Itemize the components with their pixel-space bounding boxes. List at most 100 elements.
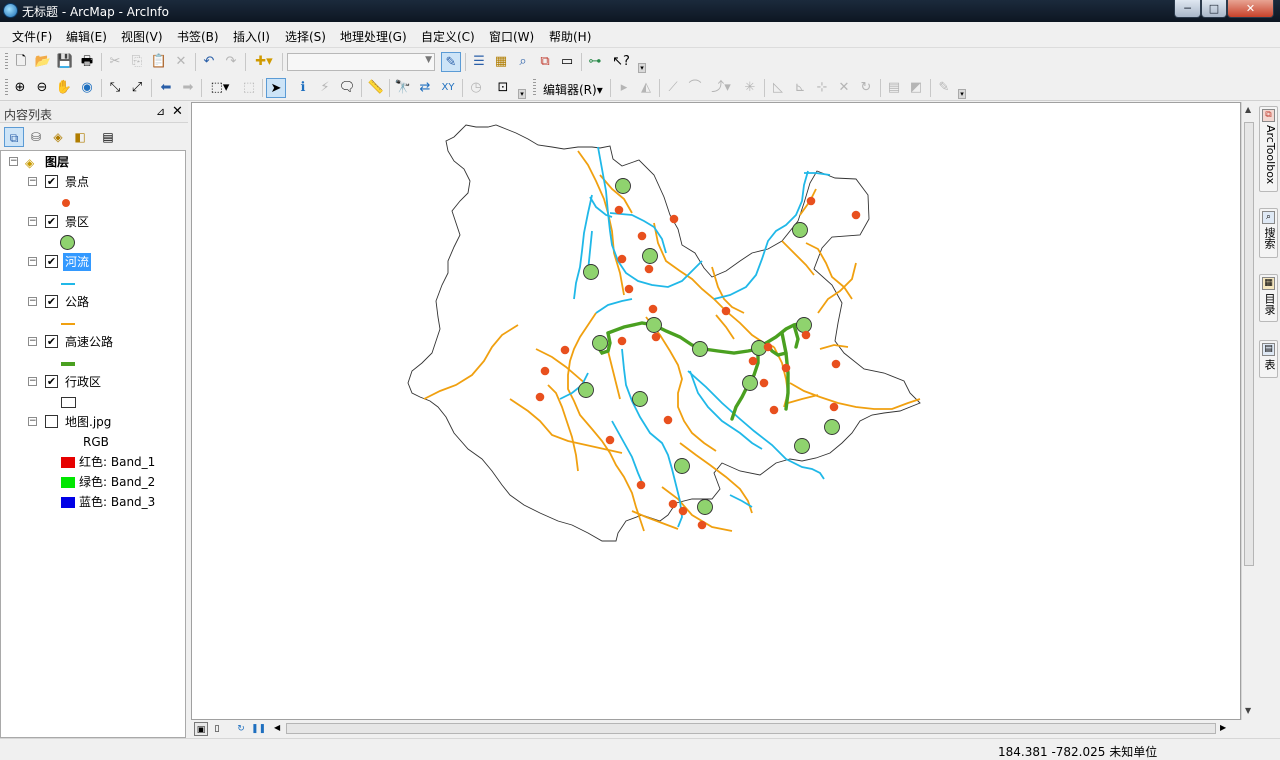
cut-polygons-icon[interactable]: ⊹	[812, 78, 832, 98]
map-drawing[interactable]	[192, 103, 1240, 719]
layer-row-admin-regions[interactable]: − ✔ 行政区	[1, 373, 181, 391]
table-tab[interactable]: ▤ 表	[1259, 340, 1278, 378]
html-popup-icon[interactable]: 🗨	[337, 78, 357, 98]
split-tool-icon[interactable]: ✕	[834, 78, 854, 98]
select-features-icon[interactable]: ⬚▾	[205, 78, 235, 98]
measure-ruler-icon[interactable]: 📏	[366, 78, 386, 98]
layout-view-icon[interactable]: ▯	[210, 722, 224, 736]
fixed-zoom-in-icon[interactable]: ⤡	[105, 78, 125, 98]
collapse-icon[interactable]: −	[9, 157, 18, 166]
arctoolbox-tab[interactable]: ⧉ ArcToolbox	[1259, 106, 1278, 192]
zoom-out-icon[interactable]: ⊖	[32, 78, 52, 98]
menu-geoprocessing[interactable]: 地理处理(G)	[340, 28, 407, 45]
arctoolbox-icon[interactable]: ⧉	[535, 52, 555, 72]
map-scale-combo[interactable]: ▼	[287, 53, 435, 71]
horizontal-scroll-thumb[interactable]	[286, 723, 1216, 734]
refresh-icon[interactable]: ↻	[234, 722, 248, 736]
trace-tool-icon[interactable]: ⤴▾	[707, 78, 735, 98]
collapse-icon[interactable]: −	[28, 177, 37, 186]
collapse-icon[interactable]: −	[28, 417, 37, 426]
add-data-icon[interactable]: ✚▾	[249, 52, 279, 72]
layer-row-rivers[interactable]: − ✔ 河流	[1, 253, 181, 271]
catalog-window-icon[interactable]: ▦	[491, 52, 511, 72]
menu-bookmarks[interactable]: 书签(B)	[177, 28, 219, 45]
list-by-drawing-order-icon[interactable]: ⧉	[4, 127, 24, 147]
map-vertical-scrollbar[interactable]: ▲ ▼	[1241, 102, 1256, 720]
editor-menu-button[interactable]: 编辑器(R)▾	[543, 81, 603, 98]
sketch-properties-icon[interactable]: ◩	[906, 78, 926, 98]
copy-icon[interactable]: ⎘	[127, 52, 147, 72]
scroll-right-icon[interactable]: ▶	[1220, 723, 1226, 732]
toolbar-grip[interactable]	[533, 79, 536, 97]
go-to-xy-icon[interactable]: XY	[438, 78, 458, 98]
maximize-button[interactable]: □	[1201, 0, 1227, 18]
toolbar-grip[interactable]	[5, 79, 8, 97]
end-point-arc-icon[interactable]: ⌒	[685, 78, 705, 98]
fixed-zoom-out-icon[interactable]: ⤢	[127, 78, 147, 98]
list-by-selection-icon[interactable]: ◧	[70, 127, 90, 147]
layer-row-map-image[interactable]: − 地图.jpg	[1, 413, 181, 431]
menu-customize[interactable]: 自定义(C)	[421, 28, 475, 45]
menu-file[interactable]: 文件(F)	[12, 28, 52, 45]
layer-visibility-checkbox[interactable]: ✔	[45, 335, 58, 348]
layer-label[interactable]: 公路	[65, 293, 89, 311]
layer-label[interactable]: 景区	[65, 213, 89, 231]
layer-visibility-checkbox[interactable]: ✔	[45, 255, 58, 268]
select-elements-arrow-icon[interactable]: ➤	[266, 78, 286, 98]
layer-label[interactable]: 河流	[63, 253, 92, 271]
full-extent-globe-icon[interactable]: ◉	[77, 78, 97, 98]
layer-row-scenic-areas[interactable]: − ✔ 景区	[1, 213, 181, 231]
attributes-icon[interactable]: ▤	[884, 78, 904, 98]
data-view-icon[interactable]: ▣	[194, 722, 208, 736]
toolbar-overflow-icon[interactable]: ▾	[638, 63, 646, 73]
collapse-icon[interactable]: −	[28, 297, 37, 306]
save-icon[interactable]: 💾	[55, 52, 75, 72]
point-tool-icon[interactable]: ✳	[740, 78, 760, 98]
toolbar-overflow-icon[interactable]: ▾	[958, 89, 966, 99]
scroll-down-icon[interactable]: ▼	[1245, 706, 1251, 715]
find-binoculars-icon[interactable]: 🔭	[393, 78, 413, 98]
cut-icon[interactable]: ✂	[105, 52, 125, 72]
layer-visibility-checkbox[interactable]: ✔	[45, 375, 58, 388]
pan-hand-icon[interactable]: ✋	[54, 78, 74, 98]
layer-label[interactable]: 高速公路	[65, 333, 113, 351]
toolbar-overflow-icon[interactable]: ▾	[518, 89, 526, 99]
catalog-tab[interactable]: ▦ 目录	[1259, 274, 1278, 322]
menu-help[interactable]: 帮助(H)	[549, 28, 591, 45]
map-horizontal-scrollbar[interactable]: ◀ ▶	[272, 722, 1232, 736]
reshape-feature-icon[interactable]: ⊾	[790, 78, 810, 98]
whats-this-icon[interactable]: ↖?	[611, 52, 631, 72]
layer-visibility-checkbox[interactable]: ✔	[45, 295, 58, 308]
paste-icon[interactable]: 📋	[149, 52, 169, 72]
menu-view[interactable]: 视图(V)	[121, 28, 163, 45]
search-tab[interactable]: ⌕ 搜索	[1259, 208, 1278, 258]
viewer-window-icon[interactable]: ⊡	[493, 78, 513, 98]
scroll-left-icon[interactable]: ◀	[274, 723, 280, 732]
python-window-icon[interactable]: ▭	[557, 52, 577, 72]
layer-label[interactable]: 景点	[65, 173, 89, 191]
delete-icon[interactable]: ✕	[171, 52, 191, 72]
print-icon[interactable]: 🖶	[77, 52, 97, 72]
collapse-icon[interactable]: −	[28, 257, 37, 266]
layer-visibility-checkbox[interactable]: ✔	[45, 175, 58, 188]
editor-toolbar-icon[interactable]: ✎	[441, 52, 461, 72]
layer-row-roads[interactable]: − ✔ 公路	[1, 293, 181, 311]
close-button[interactable]: ✕	[1227, 0, 1274, 18]
create-features-icon[interactable]: ✎	[934, 78, 954, 98]
map-canvas[interactable]	[191, 102, 1241, 720]
toolbar-grip[interactable]	[5, 53, 8, 71]
options-icon[interactable]: ▤	[98, 127, 118, 147]
open-folder-icon[interactable]: 📂	[33, 52, 53, 72]
menu-selection[interactable]: 选择(S)	[285, 28, 326, 45]
redo-icon[interactable]: ↷	[221, 52, 241, 72]
undo-icon[interactable]: ↶	[199, 52, 219, 72]
list-by-visibility-icon[interactable]: ◈	[48, 127, 68, 147]
table-of-contents-icon[interactable]: ☰	[469, 52, 489, 72]
forward-arrow-icon[interactable]: ➡	[178, 78, 198, 98]
collapse-icon[interactable]: −	[28, 337, 37, 346]
edit-tool-icon[interactable]: ▸	[614, 78, 634, 98]
layer-row-scenic-points[interactable]: − ✔ 景点	[1, 173, 181, 191]
arcmap-app-icon[interactable]	[3, 3, 18, 18]
time-slider-icon[interactable]: ◷	[466, 78, 486, 98]
back-arrow-icon[interactable]: ⬅	[156, 78, 176, 98]
